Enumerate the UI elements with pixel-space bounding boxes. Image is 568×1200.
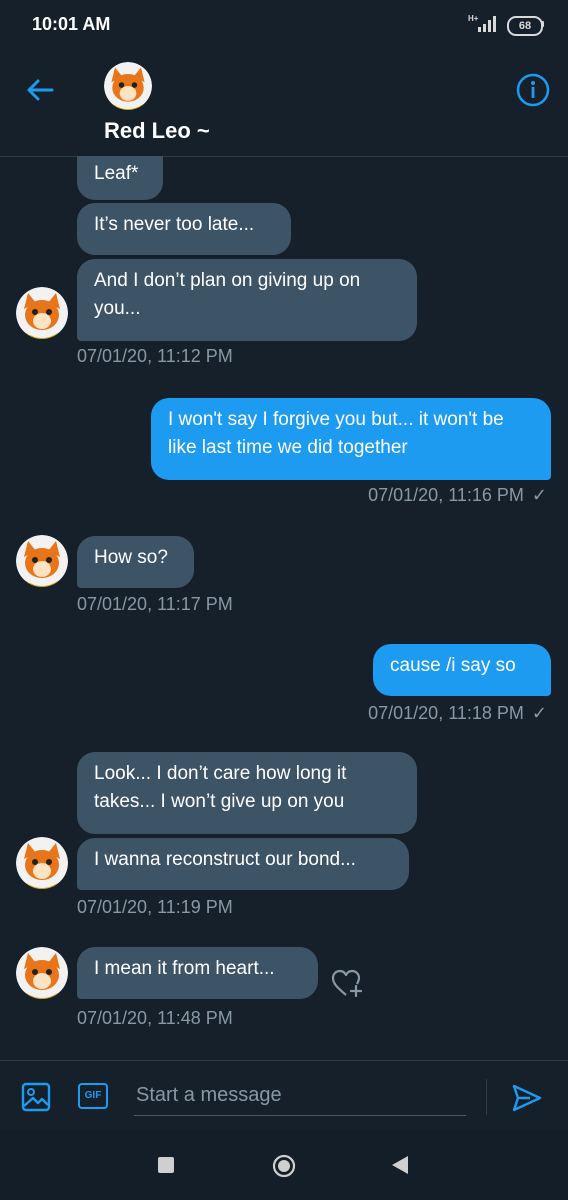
- avatar[interactable]: [16, 535, 68, 587]
- outgoing-message[interactable]: I won't say I forgive you but... it won'…: [151, 398, 551, 480]
- message-timestamp: 07/01/20, 11:17 PM: [77, 594, 233, 614]
- battery-icon: 68: [507, 16, 543, 36]
- message-text: I mean it from heart...: [94, 958, 275, 979]
- message-timestamp: 07/01/20, 11:16 PM ✓: [368, 485, 547, 505]
- status-time: 10:01 AM: [32, 14, 111, 34]
- avatar[interactable]: [16, 837, 68, 889]
- message-text: Leaf*: [94, 163, 139, 184]
- avatar[interactable]: [16, 287, 68, 339]
- signal-icon: H+: [468, 14, 496, 32]
- incoming-message[interactable]: How so?: [77, 536, 194, 588]
- message-composer: GIF: [0, 1060, 568, 1131]
- message-text: I wanna reconstruct our bond...: [94, 849, 356, 870]
- message-text: cause /i say so: [390, 655, 516, 676]
- message-text: I won't say I forgive you but... it won'…: [168, 409, 504, 458]
- network-type: H+: [468, 14, 479, 23]
- avatar[interactable]: [16, 947, 68, 999]
- back-arrow-icon[interactable]: [24, 74, 56, 106]
- image-icon[interactable]: [20, 1081, 52, 1113]
- sent-check-icon: ✓: [531, 485, 547, 505]
- avatar[interactable]: [104, 62, 152, 110]
- message-timestamp: 07/01/20, 11:18 PM ✓: [368, 703, 547, 723]
- conversation-header: Red Leo ~: [0, 48, 568, 157]
- incoming-message[interactable]: I wanna reconstruct our bond...: [77, 838, 409, 890]
- message-text: Look... I don’t care how long it takes..…: [94, 763, 347, 812]
- heart-plus-icon[interactable]: [330, 967, 364, 999]
- divider: [486, 1079, 487, 1115]
- status-bar: 10:01 AM H+ 68: [0, 0, 568, 48]
- gif-icon[interactable]: GIF: [78, 1083, 108, 1109]
- incoming-message[interactable]: And I don’t plan on giving up on you...: [77, 259, 417, 341]
- info-icon[interactable]: [515, 72, 551, 108]
- home-icon[interactable]: [272, 1154, 296, 1178]
- send-icon[interactable]: [510, 1081, 544, 1115]
- outgoing-message[interactable]: cause /i say so: [373, 644, 551, 696]
- recents-icon[interactable]: [158, 1157, 174, 1173]
- incoming-message[interactable]: Look... I don’t care how long it takes..…: [77, 752, 417, 834]
- sent-check-icon: ✓: [531, 703, 547, 723]
- message-text: And I don’t plan on giving up on you...: [94, 270, 361, 319]
- incoming-message[interactable]: I mean it from heart...: [77, 947, 318, 999]
- incoming-message[interactable]: Leaf*: [77, 156, 163, 200]
- conversation-title[interactable]: Red Leo ~: [104, 118, 210, 144]
- message-timestamp: 07/01/20, 11:19 PM: [77, 897, 233, 917]
- message-timestamp: 07/01/20, 11:48 PM: [77, 1008, 233, 1028]
- incoming-message[interactable]: It’s never too late...: [77, 203, 291, 255]
- message-timestamp: 07/01/20, 11:12 PM: [77, 346, 233, 366]
- battery-tip: [541, 21, 544, 27]
- message-text: It’s never too late...: [94, 214, 255, 235]
- message-input[interactable]: [134, 1075, 466, 1116]
- message-list[interactable]: Leaf* It’s never too late... And I don’t…: [0, 156, 568, 1060]
- back-triangle-icon[interactable]: [390, 1154, 410, 1176]
- message-text: How so?: [94, 547, 168, 568]
